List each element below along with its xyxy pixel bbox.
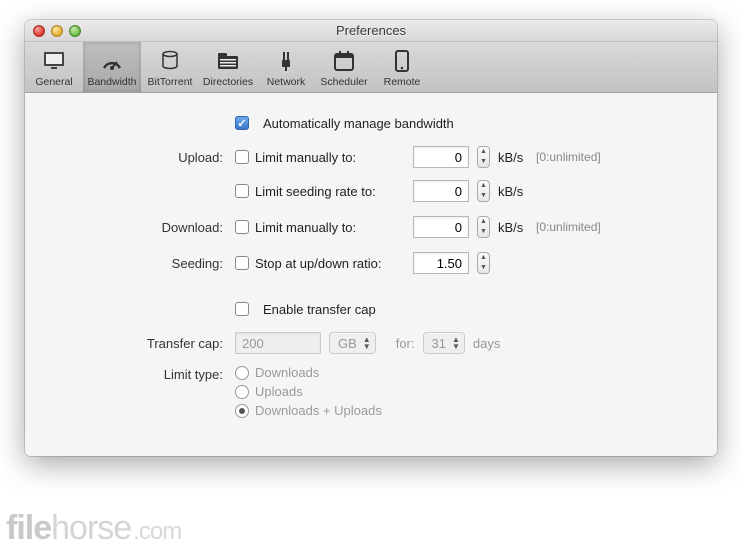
tab-network[interactable]: Network (257, 42, 315, 92)
tab-label: BitTorrent (141, 76, 199, 88)
upload-seed-stepper[interactable]: ▲▼ (477, 180, 490, 202)
transfer-cap-input[interactable] (235, 332, 321, 354)
select-value: 31 (432, 336, 446, 351)
content-pane: Automatically manage bandwidth Upload: L… (25, 93, 717, 456)
seeding-ratio-input[interactable] (413, 252, 469, 274)
upload-limit-hint: [0:unlimited] (536, 150, 601, 164)
tab-remote[interactable]: Remote (373, 42, 431, 92)
updown-icon: ▲▼ (363, 336, 371, 350)
limit-type-downloads-radio[interactable] (235, 366, 249, 380)
download-limit-checkbox[interactable] (235, 220, 249, 234)
tab-label: Directories (199, 76, 257, 88)
limit-type-both-label: Downloads + Uploads (255, 403, 382, 418)
download-limit-label: Limit manually to: (255, 220, 356, 235)
tab-general[interactable]: General (25, 42, 83, 92)
limit-type-uploads-label: Uploads (255, 384, 303, 399)
download-limit-stepper[interactable]: ▲▼ (477, 216, 490, 238)
download-limit-hint: [0:unlimited] (536, 220, 601, 234)
auto-manage-checkbox[interactable] (235, 116, 249, 130)
tab-label: Network (257, 76, 315, 88)
transfer-cap-unit-select[interactable]: GB ▲▼ (329, 332, 376, 354)
upload-seed-label: Limit seeding rate to: (255, 184, 376, 199)
preferences-window: Preferences General Bandwidth BitTorrent… (25, 20, 717, 456)
download-section-label: Download: (55, 220, 235, 235)
tab-label: Scheduler (315, 76, 373, 88)
unit-label: kB/s (498, 150, 528, 165)
network-icon (257, 48, 315, 74)
enable-cap-label: Enable transfer cap (263, 302, 376, 317)
limit-type-uploads-radio[interactable] (235, 385, 249, 399)
directories-icon (199, 48, 257, 74)
upload-limit-input[interactable] (413, 146, 469, 168)
upload-limit-stepper[interactable]: ▲▼ (477, 146, 490, 168)
tab-bittorrent[interactable]: BitTorrent (141, 42, 199, 92)
download-limit-input[interactable] (413, 216, 469, 238)
for-label: for: (396, 336, 415, 351)
transfer-cap-section-label: Transfer cap: (55, 336, 235, 351)
tab-label: Remote (373, 76, 431, 88)
enable-cap-checkbox[interactable] (235, 302, 249, 316)
upload-limit-label: Limit manually to: (255, 150, 356, 165)
upload-section-label: Upload: (55, 150, 235, 165)
tab-bandwidth[interactable]: Bandwidth (83, 42, 141, 92)
updown-icon: ▲▼ (452, 336, 460, 350)
limit-type-both-radio[interactable] (235, 404, 249, 418)
general-icon (25, 48, 83, 74)
auto-manage-label: Automatically manage bandwidth (263, 116, 454, 131)
watermark: filehorse.com (6, 509, 181, 548)
unit-label: kB/s (498, 184, 528, 199)
remote-icon (373, 48, 431, 74)
bittorrent-icon (141, 48, 199, 74)
titlebar: Preferences (25, 20, 717, 42)
days-label: days (473, 336, 500, 351)
limit-type-section-label: Limit type: (55, 365, 235, 382)
unit-label: kB/s (498, 220, 528, 235)
seeding-ratio-label: Stop at up/down ratio: (255, 256, 381, 271)
toolbar: General Bandwidth BitTorrent Directories… (25, 42, 717, 93)
tab-scheduler[interactable]: Scheduler (315, 42, 373, 92)
upload-limit-checkbox[interactable] (235, 150, 249, 164)
bandwidth-icon (83, 48, 141, 74)
upload-seed-checkbox[interactable] (235, 184, 249, 198)
upload-seed-input[interactable] (413, 180, 469, 202)
seeding-ratio-checkbox[interactable] (235, 256, 249, 270)
tab-label: Bandwidth (83, 76, 141, 88)
select-value: GB (338, 336, 357, 351)
transfer-cap-period-select[interactable]: 31 ▲▼ (423, 332, 465, 354)
window-title: Preferences (25, 23, 717, 38)
scheduler-icon (315, 48, 373, 74)
seeding-section-label: Seeding: (55, 256, 235, 271)
tab-directories[interactable]: Directories (199, 42, 257, 92)
tab-label: General (25, 76, 83, 88)
seeding-ratio-stepper[interactable]: ▲▼ (477, 252, 490, 274)
limit-type-downloads-label: Downloads (255, 365, 319, 380)
